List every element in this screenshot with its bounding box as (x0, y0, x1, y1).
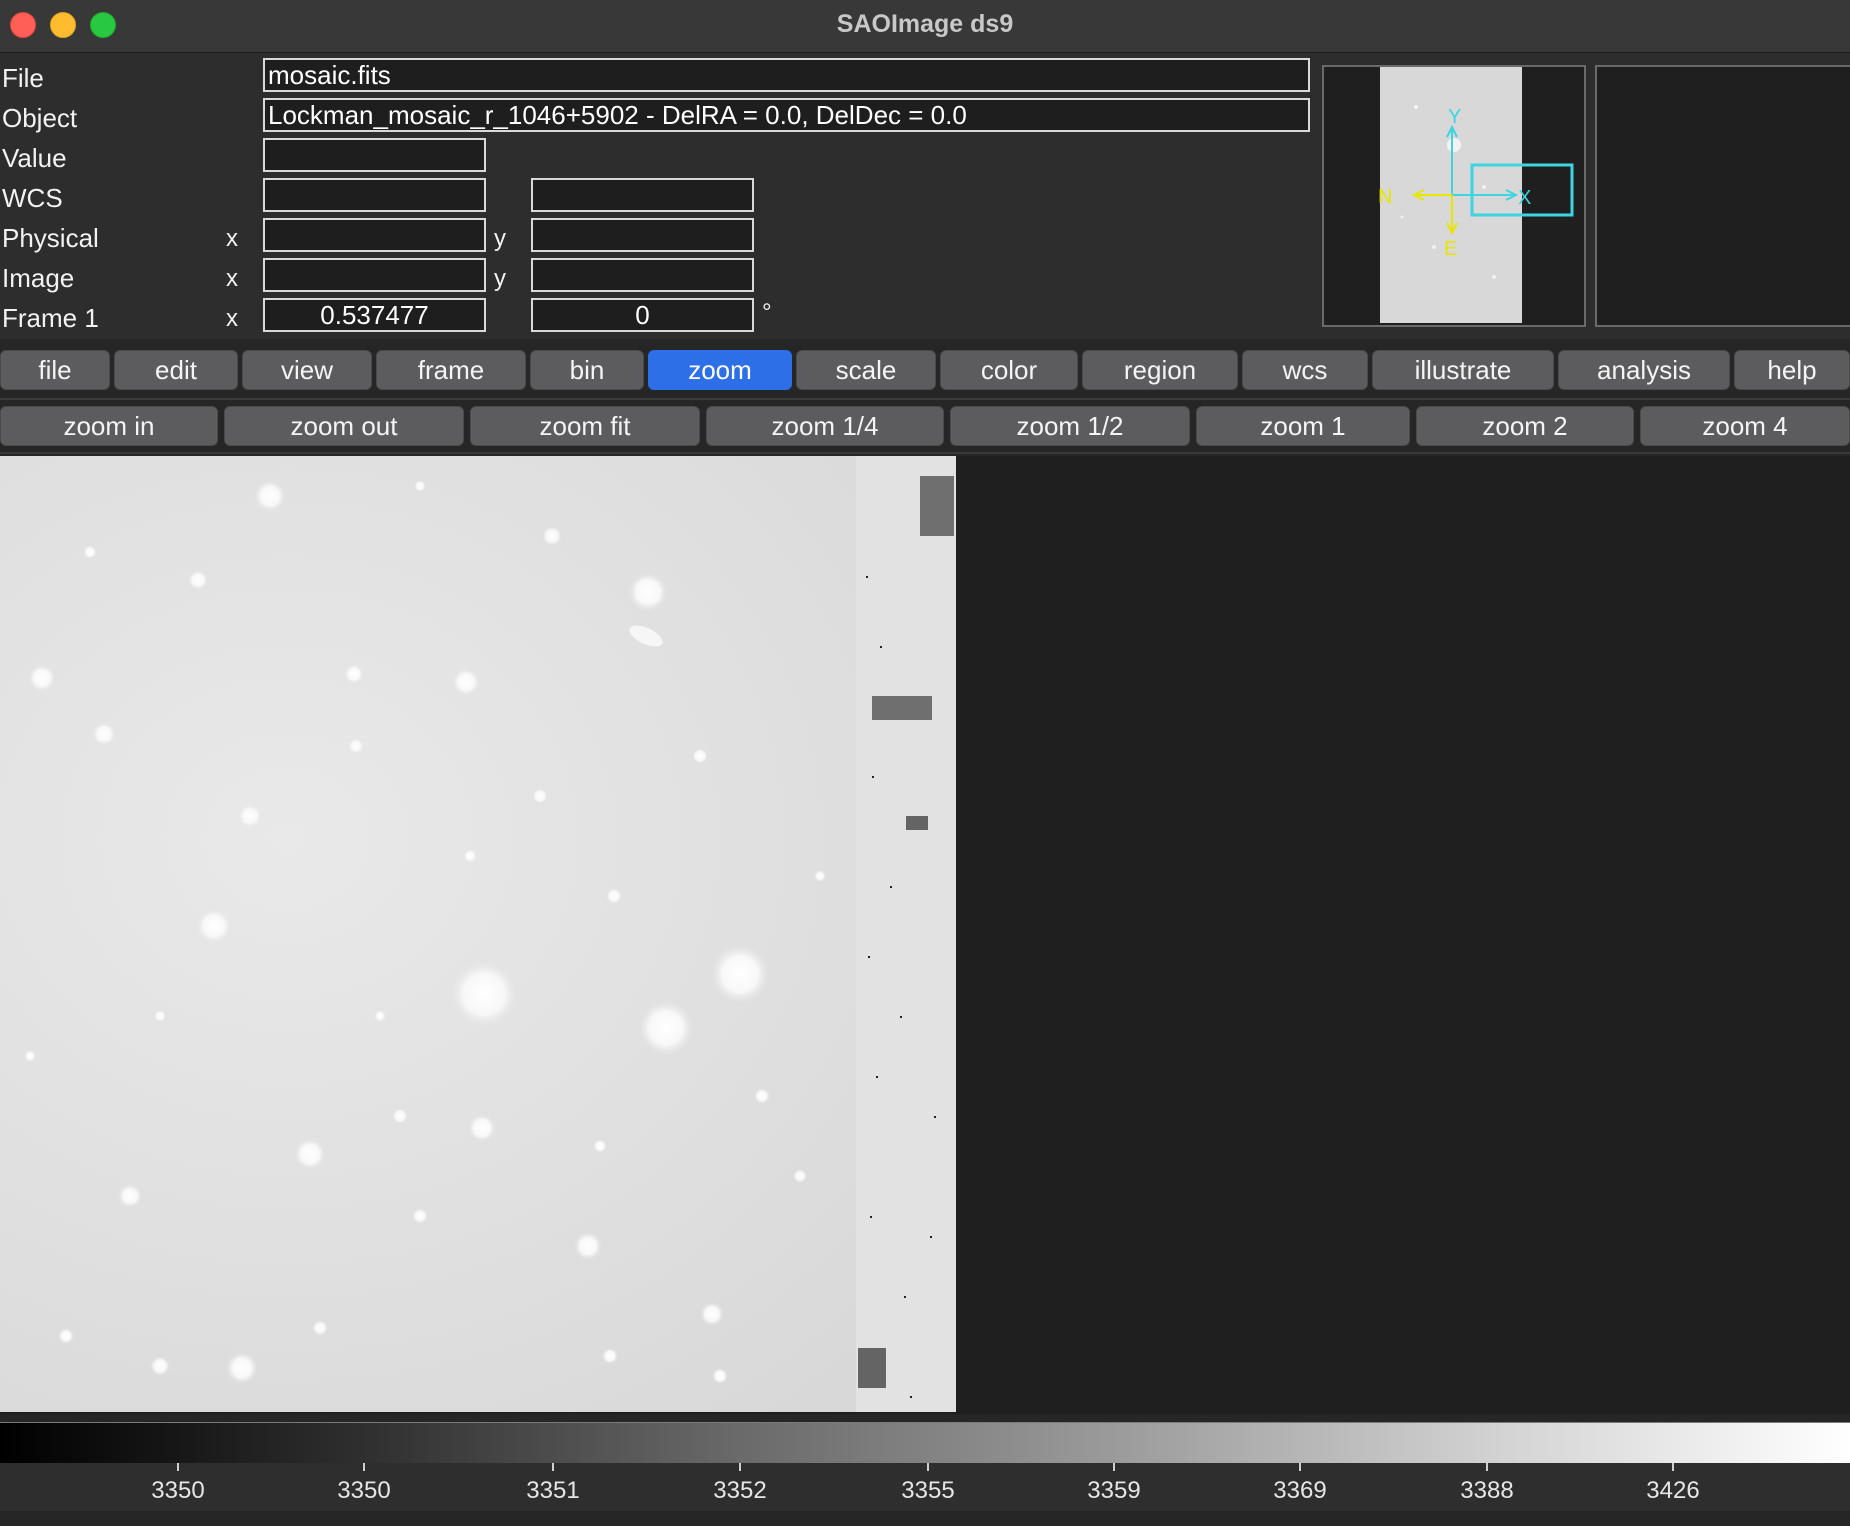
zoom-quarter-button[interactable]: zoom 1/4 (706, 406, 944, 446)
physical-y-label: y (494, 225, 506, 252)
image-y-field[interactable] (531, 258, 754, 292)
zoom-half-button[interactable]: zoom 1/2 (950, 406, 1190, 446)
file-label: File (2, 63, 44, 93)
degree-symbol: ° (762, 299, 772, 326)
value-field[interactable] (263, 138, 486, 172)
colorbar-tick (1672, 1463, 1674, 1471)
colorbar-tick-label: 3350 (337, 1477, 391, 1504)
colorbar-tick (1113, 1463, 1115, 1471)
zoom-out-button[interactable]: zoom out (224, 406, 464, 446)
zoom-button-bar: zoom in zoom out zoom fit zoom 1/4 zoom … (0, 406, 1850, 448)
colorbar-tick (927, 1463, 929, 1471)
menu-file-button[interactable]: file (0, 350, 110, 390)
menu-frame-button[interactable]: frame (376, 350, 526, 390)
wcs-label: WCS (2, 183, 63, 213)
image-label: Image (2, 263, 75, 293)
menu-illustrate-button[interactable]: illustrate (1372, 350, 1554, 390)
menu-scale-button[interactable]: scale (796, 350, 936, 390)
colorbar-scale: 3350 3350 3351 3352 3355 3359 3369 3388 … (0, 1463, 1850, 1511)
compass-e-label: E (1444, 238, 1457, 260)
colorbar-tick-label: 3351 (526, 1477, 580, 1504)
physical-x-field[interactable] (263, 218, 486, 252)
compass-y-label: Y (1448, 106, 1461, 128)
frame-angle-field[interactable]: 0 (531, 298, 754, 332)
menu-edit-button[interactable]: edit (114, 350, 238, 390)
menu-view-button[interactable]: view (242, 350, 372, 390)
zoom-2-button[interactable]: zoom 2 (1416, 406, 1634, 446)
colorbar-tick (552, 1463, 554, 1471)
colorbar-tick (1486, 1463, 1488, 1471)
image-y-label: y (494, 265, 506, 292)
colorbar-tick-label: 3350 (151, 1477, 205, 1504)
physical-x-label: x (226, 225, 238, 252)
title-bar: SAOImage ds9 (0, 0, 1850, 53)
magnifier (1595, 65, 1850, 327)
colorbar-tick-label: 3352 (713, 1477, 767, 1504)
menu-zoom-button[interactable]: zoom (648, 350, 792, 390)
image-x-field[interactable] (263, 258, 486, 292)
frame-zoom-field[interactable]: 0.537477 (263, 298, 486, 332)
zoom-1-button[interactable]: zoom 1 (1196, 406, 1410, 446)
menu-color-button[interactable]: color (940, 350, 1078, 390)
zoom-fit-button[interactable]: zoom fit (470, 406, 700, 446)
panner-thumbnail: Y X N E (1378, 67, 1574, 323)
colorbar-tick (363, 1463, 365, 1471)
wcs-field-1[interactable] (263, 178, 486, 212)
window-title: SAOImage ds9 (836, 10, 1014, 38)
object-field[interactable]: Lockman_mosaic_r_1046+5902 - DelRA = 0.0… (263, 98, 1310, 132)
colorbar-tick-label: 3355 (901, 1477, 955, 1504)
status-strip (0, 1511, 1850, 1526)
colorbar-tick (739, 1463, 741, 1471)
physical-label: Physical (2, 223, 99, 253)
divider (0, 452, 1850, 454)
image-canvas[interactable] (0, 456, 1850, 1414)
menu-wcs-button[interactable]: wcs (1242, 350, 1368, 390)
colorbar[interactable] (0, 1422, 1850, 1464)
wcs-field-2[interactable] (531, 178, 754, 212)
zoom-4-button[interactable]: zoom 4 (1640, 406, 1850, 446)
frame-x-label: x (226, 305, 238, 332)
colorbar-tick-label: 3426 (1646, 1477, 1700, 1504)
main-button-bar: file edit view frame bin zoom scale colo… (0, 350, 1850, 392)
value-label: Value (2, 143, 67, 173)
menu-analysis-button[interactable]: analysis (1558, 350, 1730, 390)
compass-n-label: N (1378, 186, 1392, 208)
menu-help-button[interactable]: help (1734, 350, 1850, 390)
menu-bin-button[interactable]: bin (530, 350, 644, 390)
info-panel: File Object Value WCS Physical Image Fra… (0, 53, 1850, 339)
colorbar-tick-label: 3359 (1087, 1477, 1141, 1504)
image-x-label: x (226, 265, 238, 292)
colorbar-tick-label: 3369 (1273, 1477, 1327, 1504)
colorbar-tick-label: 3388 (1460, 1477, 1514, 1504)
fits-image[interactable] (0, 456, 956, 1412)
panner[interactable]: Y X N E (1322, 65, 1586, 327)
compass-x-label: X (1518, 187, 1531, 209)
divider (0, 398, 1850, 400)
colorbar-tick (1299, 1463, 1301, 1471)
physical-y-field[interactable] (531, 218, 754, 252)
menu-region-button[interactable]: region (1082, 350, 1238, 390)
fits-image-content (24, 456, 956, 1412)
object-label: Object (2, 103, 78, 133)
zoom-in-button[interactable]: zoom in (0, 406, 218, 446)
file-field[interactable]: mosaic.fits (263, 58, 1310, 92)
frame-label: Frame 1 (2, 303, 99, 333)
colorbar-tick (177, 1463, 179, 1471)
